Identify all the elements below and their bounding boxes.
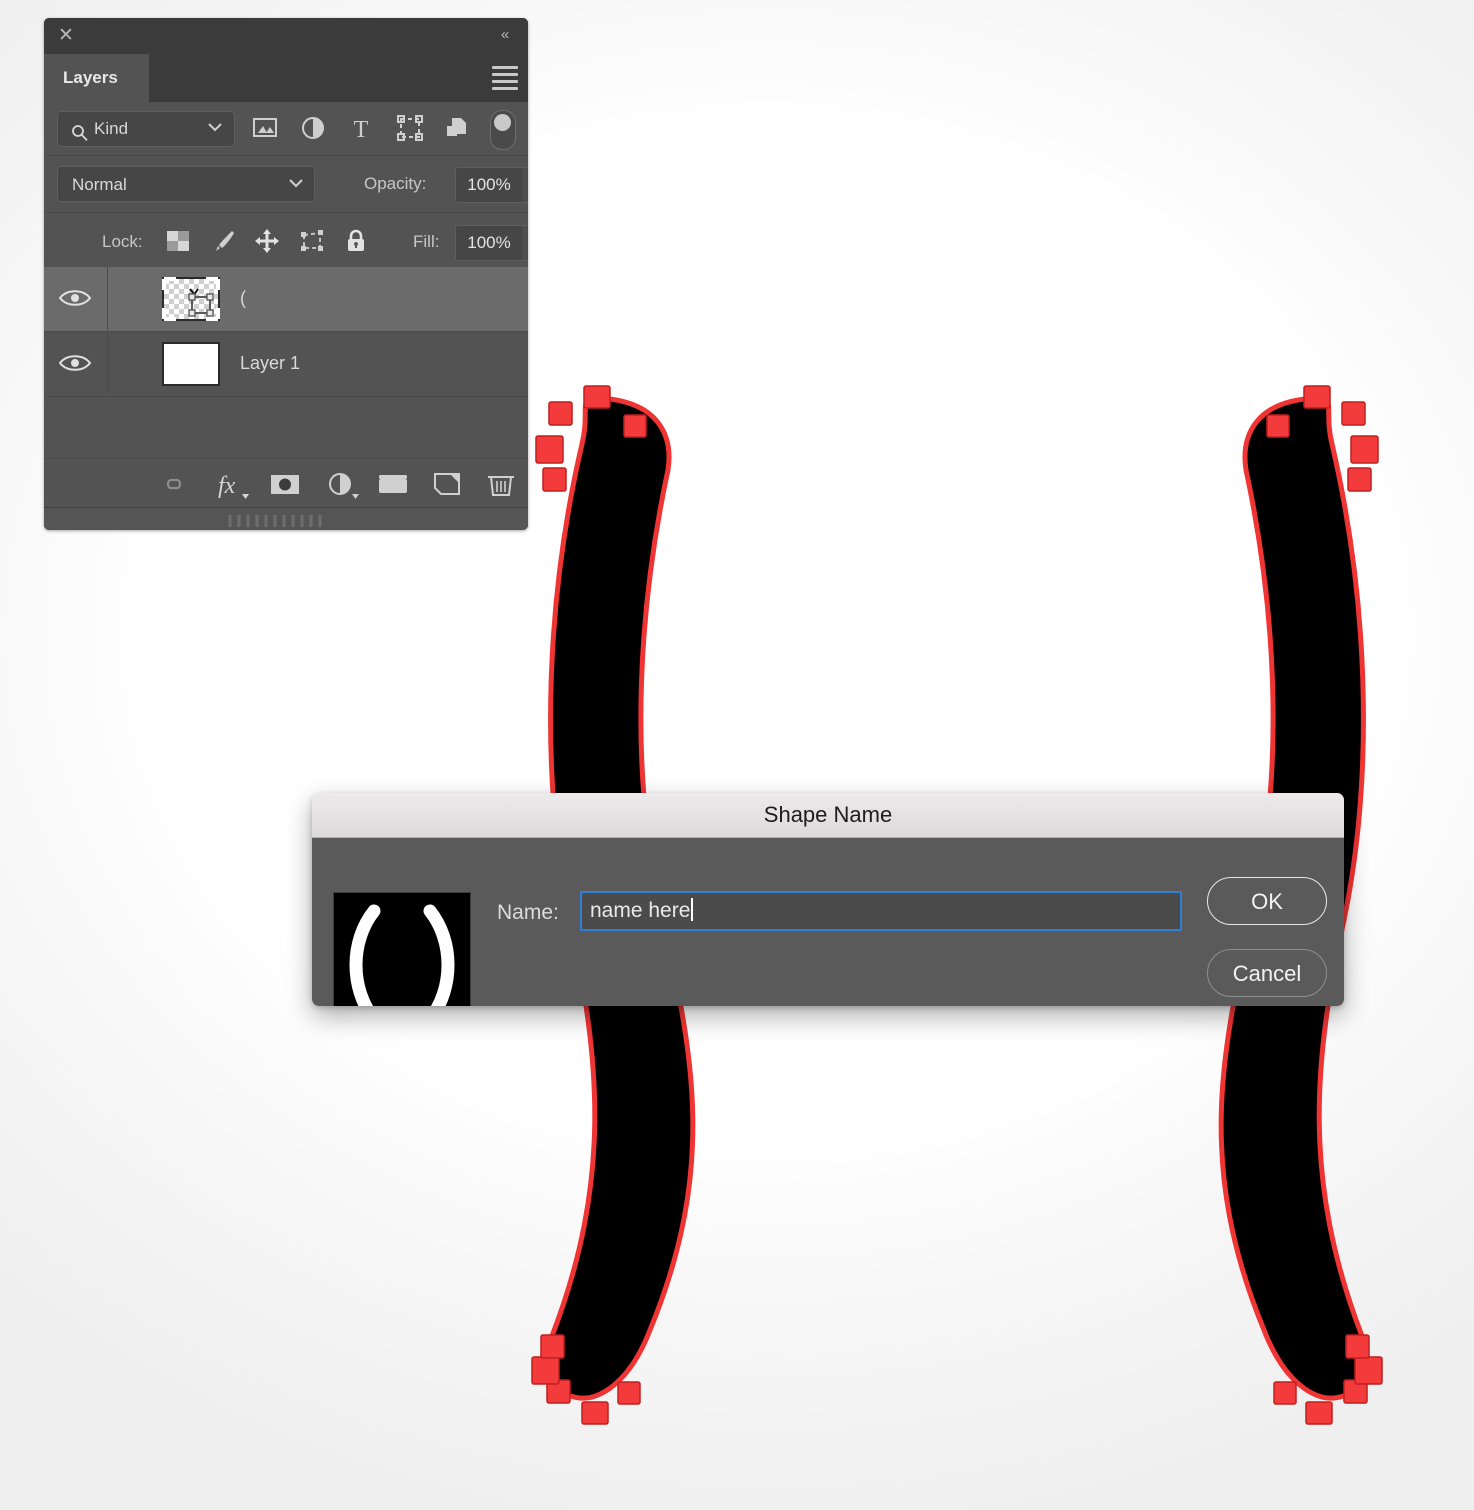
tab-layers-label: Layers [63, 68, 118, 87]
close-icon[interactable]: ✕ [56, 26, 76, 46]
shape-name-input[interactable]: name here [580, 891, 1182, 931]
new-layer-icon[interactable] [430, 469, 464, 501]
layer-thumbnail[interactable] [162, 342, 220, 386]
svg-text:fx: fx [218, 473, 236, 499]
collapse-double-chevron-icon[interactable]: « [492, 24, 516, 46]
search-icon [71, 120, 89, 142]
opacity-input[interactable]: 100% [455, 167, 523, 203]
dialog-body: Name: name here OK Cancel [312, 838, 1344, 1006]
ok-button[interactable]: OK [1207, 877, 1327, 925]
fill-label: Fill: [413, 232, 440, 251]
filter-kind-label: Kind [94, 119, 129, 138]
layer-styles-fx-icon[interactable]: fx [212, 469, 249, 501]
layer-list-empty-space [44, 397, 528, 453]
tab-layers[interactable]: Layers [44, 54, 149, 102]
filter-enable-toggle[interactable] [490, 110, 516, 150]
layer-name-label[interactable]: Layer 1 [240, 332, 300, 395]
opacity-stepper-chevron[interactable] [522, 167, 528, 203]
lock-artboard-nesting-icon[interactable] [299, 228, 327, 254]
blend-mode-row: Normal Opacity: 100% [44, 156, 528, 213]
new-adjustment-layer-icon[interactable] [324, 469, 359, 501]
filter-pixel-layers-icon[interactable] [250, 115, 280, 143]
filter-kind-select[interactable]: Kind [57, 111, 235, 147]
text-caret [691, 898, 694, 921]
lock-transparent-pixels-icon[interactable] [165, 228, 193, 254]
panel-resize-grip[interactable] [44, 507, 528, 530]
opacity-label: Opacity: [364, 174, 427, 193]
shape-preview-thumbnail [333, 892, 471, 1006]
delete-layer-trash-icon[interactable] [484, 469, 518, 501]
panel-tab-strip: Layers [44, 54, 528, 102]
add-layer-mask-icon[interactable] [268, 469, 302, 501]
layers-panel-bottom-toolbar: fx [44, 458, 528, 508]
layer-name-label[interactable]: ( [240, 267, 246, 330]
layer-visibility-eye-icon[interactable] [44, 267, 108, 330]
table-row[interactable]: Layer 1 [44, 332, 528, 397]
grip-lines-icon [226, 514, 346, 530]
toggle-knob [494, 114, 511, 131]
link-layers-icon[interactable] [157, 469, 191, 501]
filter-type-layers-icon[interactable]: T [346, 115, 376, 143]
svg-text:T: T [354, 117, 369, 141]
layer-filter-row: Kind T [44, 102, 528, 156]
filter-smart-objects-icon[interactable] [443, 115, 473, 143]
layer-visibility-eye-icon[interactable] [44, 332, 108, 395]
name-label: Name: [497, 901, 559, 924]
shape-name-dialog: Shape Name Name: name here OK Cancel [312, 793, 1344, 1006]
lock-label: Lock: [102, 232, 143, 251]
filter-adjustment-layers-icon[interactable] [298, 115, 328, 143]
panel-menu-icon[interactable] [492, 66, 518, 90]
fill-stepper-chevron[interactable] [522, 225, 528, 261]
cancel-button[interactable]: Cancel [1207, 949, 1327, 997]
dialog-title: Shape Name [312, 793, 1344, 838]
chevron-down-icon [288, 177, 304, 189]
chevron-down-icon [207, 121, 223, 133]
layers-panel: ✕ « Layers Kind T Normal Opacity: 100% L… [44, 18, 528, 530]
filter-shape-layers-icon[interactable] [395, 115, 425, 143]
blend-mode-select[interactable]: Normal [57, 166, 315, 202]
new-group-folder-icon[interactable] [376, 469, 410, 501]
lock-position-move-icon[interactable] [254, 228, 282, 254]
lock-all-padlock-icon[interactable] [343, 228, 371, 254]
layer-list: ( Layer 1 [44, 267, 528, 480]
blend-mode-value: Normal [72, 175, 127, 194]
shape-name-input-value: name here [590, 899, 691, 922]
panel-title-bar: ✕ « [44, 18, 528, 54]
table-row[interactable]: ( [44, 267, 528, 332]
fill-input[interactable]: 100% [455, 225, 523, 261]
vector-mask-badge-icon [162, 277, 220, 321]
lock-image-pixels-brush-icon[interactable] [211, 228, 239, 254]
lock-row: Lock: Fill: 100% [44, 213, 528, 270]
